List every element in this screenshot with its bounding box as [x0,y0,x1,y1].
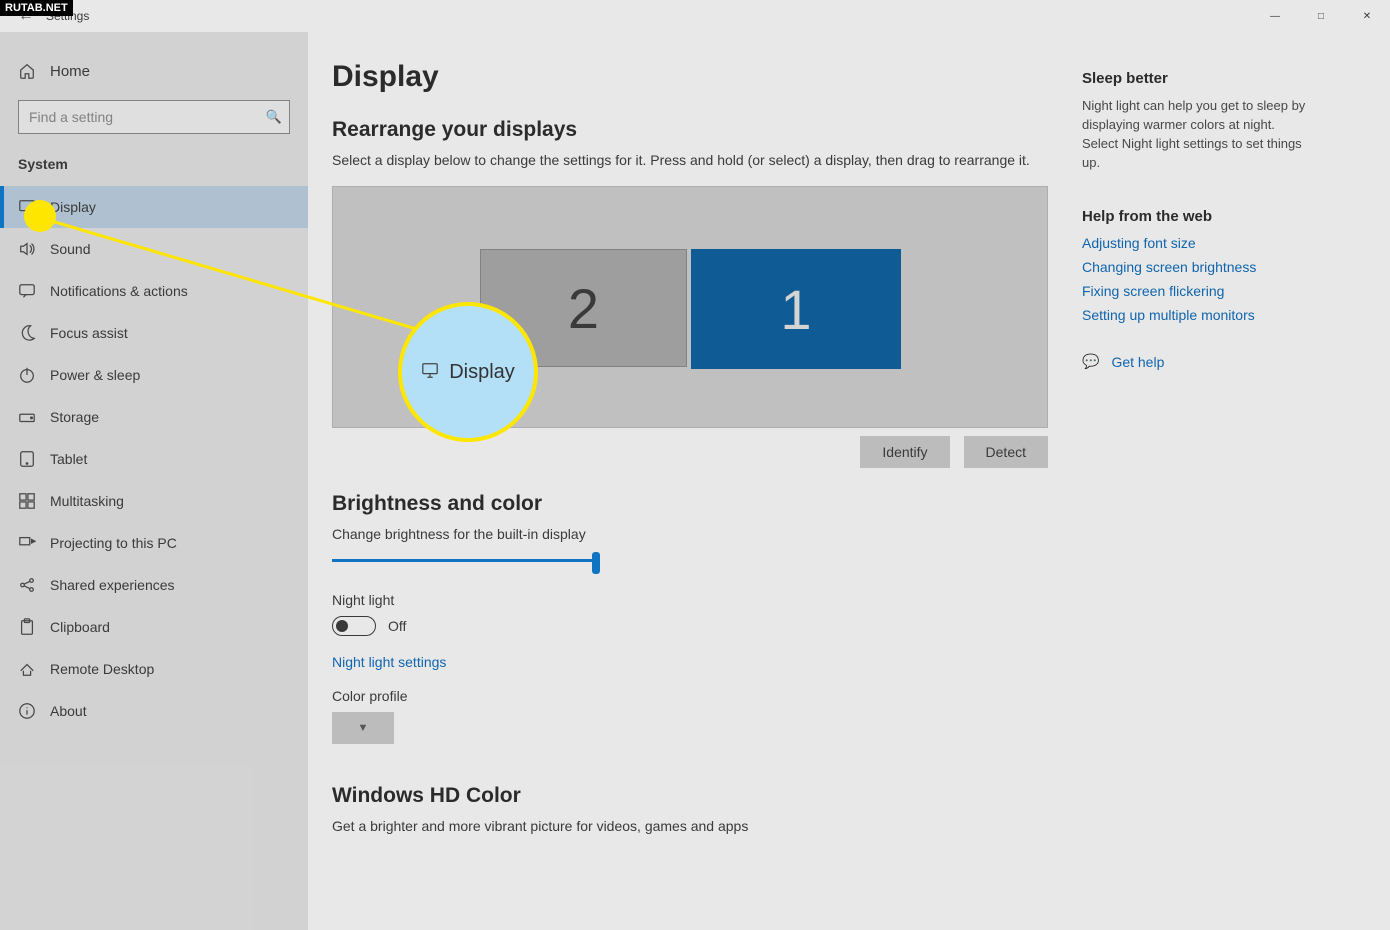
search-input[interactable] [18,100,290,134]
aside-help-heading: Help from the web [1082,208,1312,225]
label-color-profile: Color profile [332,688,1052,704]
sidebar-item-multitasking[interactable]: Multitasking [0,480,308,522]
monitor-2[interactable]: 2 [480,249,687,367]
minimize-button[interactable]: — [1252,0,1298,32]
link-setting-up-multiple-monitors[interactable]: Setting up multiple monitors [1082,307,1312,323]
link-night-light-settings[interactable]: Night light settings [332,654,1052,670]
watermark-badge: RUTAB.NET [0,0,73,16]
aside-sleep-text: Night light can help you get to sleep by… [1082,97,1312,172]
sidebar-item-projecting-to-this-pc[interactable]: Projecting to this PC [0,522,308,564]
label-night-light: Night light [332,592,1052,608]
label-brightness: Change brightness for the built-in displ… [332,526,1052,542]
close-button[interactable]: ✕ [1344,0,1390,32]
slider-thumb[interactable] [592,552,600,574]
slider-track [332,559,600,562]
sidebar-item-tablet[interactable]: Tablet [0,438,308,480]
sidebar-item-label: About [50,703,87,719]
main-content: Display Rearrange your displays Select a… [332,60,1052,930]
identify-button[interactable]: Identify [860,436,949,468]
sidebar-item-label: Power & sleep [50,367,140,383]
hdcolor-text: Get a brighter and more vibrant picture … [332,818,1052,834]
sidebar-section-label: System [0,148,308,180]
aside-sleep-heading: Sleep better [1082,70,1312,87]
sidebar-item-notifications-actions[interactable]: Notifications & actions [0,270,308,312]
link-adjusting-font-size[interactable]: Adjusting font size [1082,235,1312,251]
night-light-state: Off [388,618,406,634]
sidebar-item-label: Focus assist [50,325,128,341]
sidebar-item-label: Clipboard [50,619,110,635]
search-icon: 🔍 [266,109,282,125]
share-icon [18,576,36,594]
tablet-icon [18,450,36,468]
search-input-wrap: 🔍 [18,100,290,134]
display-arranger[interactable]: 2 1 [332,186,1048,428]
sidebar-item-shared-experiences[interactable]: Shared experiences [0,564,308,606]
sidebar-item-label: Remote Desktop [50,661,154,677]
clipboard-icon [18,618,36,636]
sidebar-item-home[interactable]: Home [0,52,308,90]
sidebar-item-remote-desktop[interactable]: Remote Desktop [0,648,308,690]
heading-rearrange: Rearrange your displays [332,118,1052,142]
heading-hdcolor: Windows HD Color [332,784,1052,808]
sidebar-item-label: Tablet [50,451,87,467]
titlebar: ← Settings — □ ✕ [0,0,1390,32]
info-icon [18,702,36,720]
multitask-icon [18,492,36,510]
sidebar-item-clipboard[interactable]: Clipboard [0,606,308,648]
remote-icon [18,660,36,678]
page-title: Display [332,60,1052,94]
link-fixing-screen-flickering[interactable]: Fixing screen flickering [1082,283,1312,299]
brightness-slider[interactable] [332,550,600,572]
detect-button[interactable]: Detect [964,436,1048,468]
drive-icon [18,408,36,426]
sidebar-item-focus-assist[interactable]: Focus assist [0,312,308,354]
chat-bubble-icon: 💬 [1082,353,1099,370]
sidebar-item-label: Home [50,63,90,80]
maximize-button[interactable]: □ [1298,0,1344,32]
sidebar-item-label: Multitasking [50,493,124,509]
sidebar-item-storage[interactable]: Storage [0,396,308,438]
toggle-knob [336,620,348,632]
night-light-toggle[interactable] [332,616,376,636]
sidebar: Home 🔍 System Display Sound Notifications … [0,32,308,930]
sidebar-item-label: Notifications & actions [50,283,188,299]
moon-icon [18,324,36,342]
chevron-down-icon: ▼ [358,722,369,734]
rearrange-description: Select a display below to change the set… [332,152,1052,168]
link-changing-screen-brightness[interactable]: Changing screen brightness [1082,259,1312,275]
sidebar-item-label: Storage [50,409,99,425]
heading-brightness: Brightness and color [332,492,1052,516]
sidebar-item-about[interactable]: About [0,690,308,732]
aside: Sleep better Night light can help you ge… [1082,60,1312,930]
sidebar-item-label: Shared experiences [50,577,175,593]
color-profile-dropdown[interactable]: ▼ [332,712,394,744]
project-icon [18,534,36,552]
link-get-help[interactable]: Get help [1111,354,1164,370]
sidebar-item-sound[interactable]: Sound [0,228,308,270]
monitor-1[interactable]: 1 [691,249,901,369]
sidebar-item-label: Sound [50,241,90,257]
sidebar-item-power-sleep[interactable]: Power & sleep [0,354,308,396]
sidebar-item-label: Projecting to this PC [50,535,177,551]
chat-icon [18,282,36,300]
sidebar-item-display[interactable]: Display [0,186,308,228]
monitor-icon [18,198,36,216]
home-icon [18,62,36,80]
sidebar-item-label: Display [50,199,96,215]
power-icon [18,366,36,384]
speaker-icon [18,240,36,258]
